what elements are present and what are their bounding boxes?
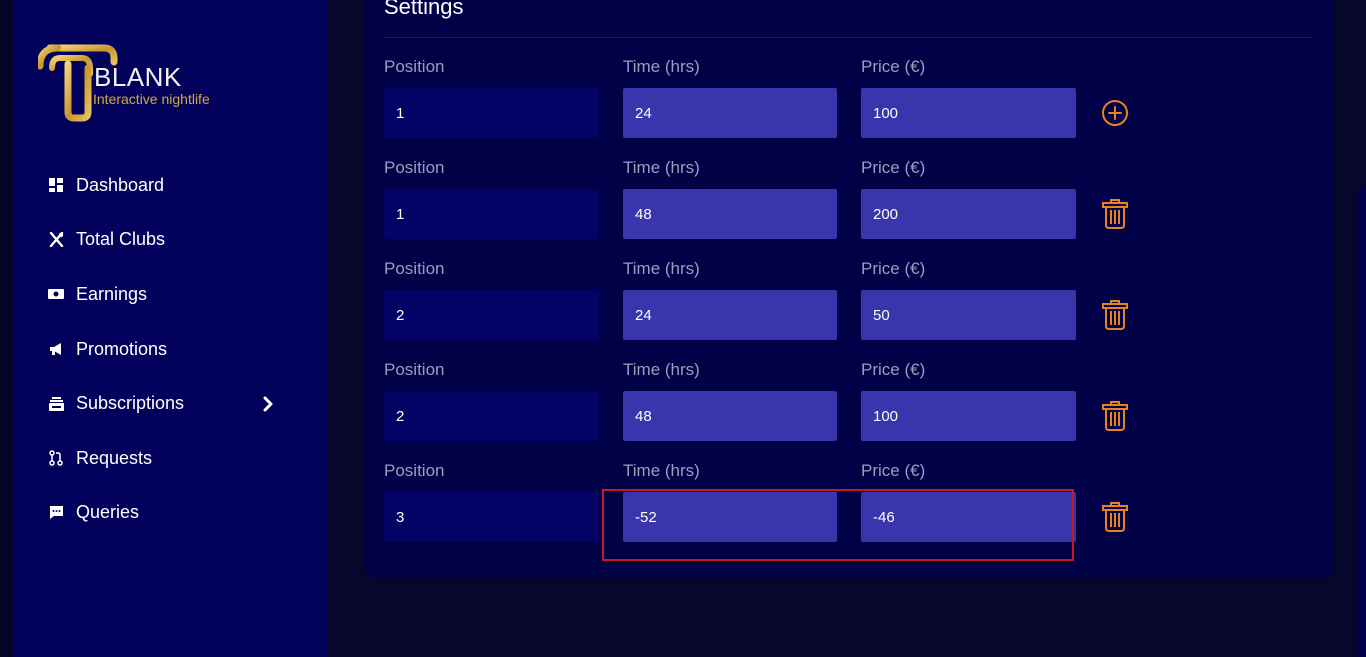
position-label: Position <box>384 57 445 76</box>
sidebar-item-queries[interactable]: Queries <box>48 486 298 541</box>
position-input[interactable]: 3 <box>384 492 599 542</box>
price-label: Price (€) <box>861 57 926 76</box>
time-input[interactable]: 48 <box>623 391 837 441</box>
sidebar-item-promotions[interactable]: Promotions <box>48 322 298 377</box>
settings-row: Position Time (hrs) Price (€) 1 24 100 <box>384 57 1144 158</box>
title-divider <box>384 37 1313 38</box>
sidebar-nav: Dashboard Total Clubs Earnings Promotion… <box>48 158 298 540</box>
price-input[interactable]: 200 <box>861 189 1076 239</box>
price-label: Price (€) <box>861 461 926 480</box>
settings-row: Position Time (hrs) Price (€) 2 24 50 <box>384 259 1144 360</box>
sidebar-item-label: Queries <box>76 502 140 523</box>
trash-icon <box>1102 300 1128 330</box>
position-label: Position <box>384 158 445 177</box>
sidebar-item-label: Earnings <box>76 283 148 304</box>
add-row-button[interactable] <box>1100 98 1130 128</box>
brand-name: BLANK <box>94 62 182 92</box>
brand-tagline: Interactive nightlife <box>93 91 210 107</box>
position-input[interactable]: 2 <box>384 290 599 340</box>
price-input[interactable]: 50 <box>861 290 1076 340</box>
price-input[interactable]: 100 <box>861 391 1076 441</box>
delete-row-button[interactable] <box>1100 401 1130 431</box>
sidebar-item-label: Dashboard <box>76 174 165 195</box>
megaphone-icon <box>48 341 64 357</box>
trash-icon <box>1102 199 1128 229</box>
position-label: Position <box>384 259 445 278</box>
settings-row: Position Time (hrs) Price (€) 1 48 200 <box>384 158 1144 259</box>
sidebar-item-label: Total Clubs <box>76 229 166 250</box>
scrollbar-track[interactable] <box>1357 188 1366 657</box>
sidebar-item-total-clubs[interactable]: Total Clubs <box>48 213 298 268</box>
delete-row-button[interactable] <box>1100 300 1130 330</box>
time-input[interactable]: 24 <box>623 88 837 138</box>
price-input[interactable]: 100 <box>861 88 1076 138</box>
position-input[interactable]: 2 <box>384 391 599 441</box>
time-label: Time (hrs) <box>623 158 700 177</box>
time-input[interactable]: 48 <box>623 189 837 239</box>
position-input[interactable]: 1 <box>384 88 599 138</box>
price-label: Price (€) <box>861 360 926 379</box>
subscriptions-icon <box>48 396 64 412</box>
page-title: Settings <box>384 0 464 19</box>
git-pull-request-icon <box>48 450 64 467</box>
time-label: Time (hrs) <box>623 259 700 278</box>
dashboard-icon <box>48 177 64 193</box>
time-label: Time (hrs) <box>623 57 700 76</box>
position-label: Position <box>384 461 445 480</box>
price-label: Price (€) <box>861 158 926 177</box>
delete-row-button[interactable] <box>1100 199 1130 229</box>
left-edge-strip <box>0 0 14 657</box>
time-input[interactable]: 24 <box>623 290 837 340</box>
sidebar-item-earnings[interactable]: Earnings <box>48 267 298 322</box>
chat-icon <box>48 505 64 521</box>
sidebar-item-requests[interactable]: Requests <box>48 431 298 486</box>
price-label: Price (€) <box>861 259 926 278</box>
time-label: Time (hrs) <box>623 360 700 379</box>
error-highlight-box <box>602 489 1074 561</box>
delete-row-button[interactable] <box>1100 502 1130 532</box>
trash-icon <box>1102 401 1128 431</box>
settings-row: Position Time (hrs) Price (€) 2 48 100 <box>384 360 1144 461</box>
sidebar-item-label: Subscriptions <box>76 393 185 414</box>
utensils-icon <box>48 232 64 248</box>
brand-logo[interactable]: BLANK Interactive nightlife <box>38 38 258 124</box>
money-icon <box>48 286 64 302</box>
sidebar-item-label: Requests <box>76 447 153 468</box>
trash-icon <box>1102 502 1128 532</box>
sidebar-item-label: Promotions <box>76 338 168 359</box>
sidebar-item-subscriptions[interactable]: Subscriptions <box>48 376 298 431</box>
position-label: Position <box>384 360 445 379</box>
chevron-right-icon[interactable] <box>260 396 276 412</box>
time-label: Time (hrs) <box>623 461 700 480</box>
plus-circle-icon <box>1102 100 1128 126</box>
position-input[interactable]: 1 <box>384 189 599 239</box>
sidebar-item-dashboard[interactable]: Dashboard <box>48 158 298 213</box>
